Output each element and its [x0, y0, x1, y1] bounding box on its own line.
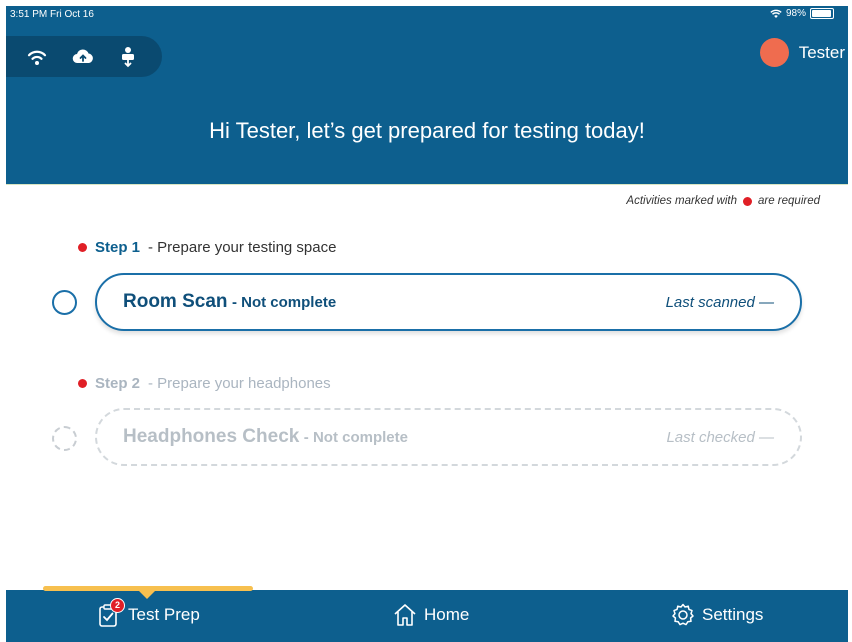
status-right: 98%: [770, 8, 834, 19]
headphones-check-last-checked: Last checked —: [666, 428, 774, 446]
room-scan-status-circle: [52, 290, 77, 315]
tab-settings[interactable]: Settings: [670, 602, 763, 628]
required-note-prefix: Activities marked with: [626, 195, 737, 207]
home-icon: [392, 602, 418, 628]
header-banner: [6, 6, 848, 184]
room-scan-title-group: Room Scan - Not complete: [123, 291, 336, 313]
status-time-date: 3:51 PM Fri Oct 16: [10, 9, 94, 20]
step-1-number: Step 1: [95, 239, 141, 256]
tab-test-prep[interactable]: 2 Test Prep: [96, 598, 200, 628]
headphones-check-title: Headphones Check: [123, 426, 300, 447]
tab-test-prep-label: Test Prep: [128, 605, 200, 624]
status-bar: 3:51 PM Fri Oct 16 98%: [6, 6, 848, 24]
avatar: [759, 38, 789, 67]
room-scan-title: Room Scan: [123, 291, 228, 312]
active-tab-notch: [137, 589, 157, 599]
room-scan-status: - Not complete: [231, 294, 337, 311]
tab-settings-label: Settings: [702, 605, 764, 624]
step-2-number: Step 2: [95, 375, 141, 392]
cloud-upload-icon: [71, 45, 95, 69]
room-scan-card[interactable]: Room Scan - Not complete Last scanned —: [95, 273, 802, 331]
step-2-description: - Prepare your headphones: [148, 375, 331, 392]
tab-home-label: Home: [424, 605, 470, 624]
wifi-icon: [25, 45, 49, 69]
headphones-check-status-circle: [52, 426, 77, 451]
required-dot-icon: [78, 243, 87, 252]
headphones-check-status: - Not complete: [303, 429, 408, 446]
connection-status-pill[interactable]: [6, 36, 162, 77]
headphones-check-card: Headphones Check - Not complete Last che…: [95, 408, 802, 466]
tab-home[interactable]: Home: [392, 602, 469, 628]
wifi-status-icon: [770, 9, 782, 18]
step-2-heading: Step 2 - Prepare your headphones: [78, 375, 331, 392]
right-frame: [848, 0, 852, 642]
required-dot-icon: [78, 379, 87, 388]
room-scan-last-scanned: Last scanned —: [665, 293, 774, 311]
clipboard-check-icon: 2: [96, 598, 125, 628]
greeting-title: Hi Tester, let’s get prepared for testin…: [209, 118, 645, 143]
step-1-description: - Prepare your testing space: [148, 239, 337, 256]
user-menu[interactable]: Tester: [759, 38, 845, 67]
test-prep-badge: 2: [110, 598, 125, 613]
battery-percentage: 98%: [785, 8, 806, 19]
header-divider: [6, 184, 848, 185]
required-note: Activities marked with are required: [626, 195, 820, 207]
required-dot-icon: [742, 196, 752, 206]
usb-icon: [116, 45, 140, 69]
step-1-heading: Step 1 - Prepare your testing space: [78, 239, 336, 256]
gear-icon: [670, 602, 696, 628]
required-note-suffix: are required: [757, 195, 820, 207]
headphones-check-title-group: Headphones Check - Not complete: [123, 426, 408, 448]
user-name: Tester: [798, 42, 845, 62]
battery-icon: [810, 8, 834, 19]
